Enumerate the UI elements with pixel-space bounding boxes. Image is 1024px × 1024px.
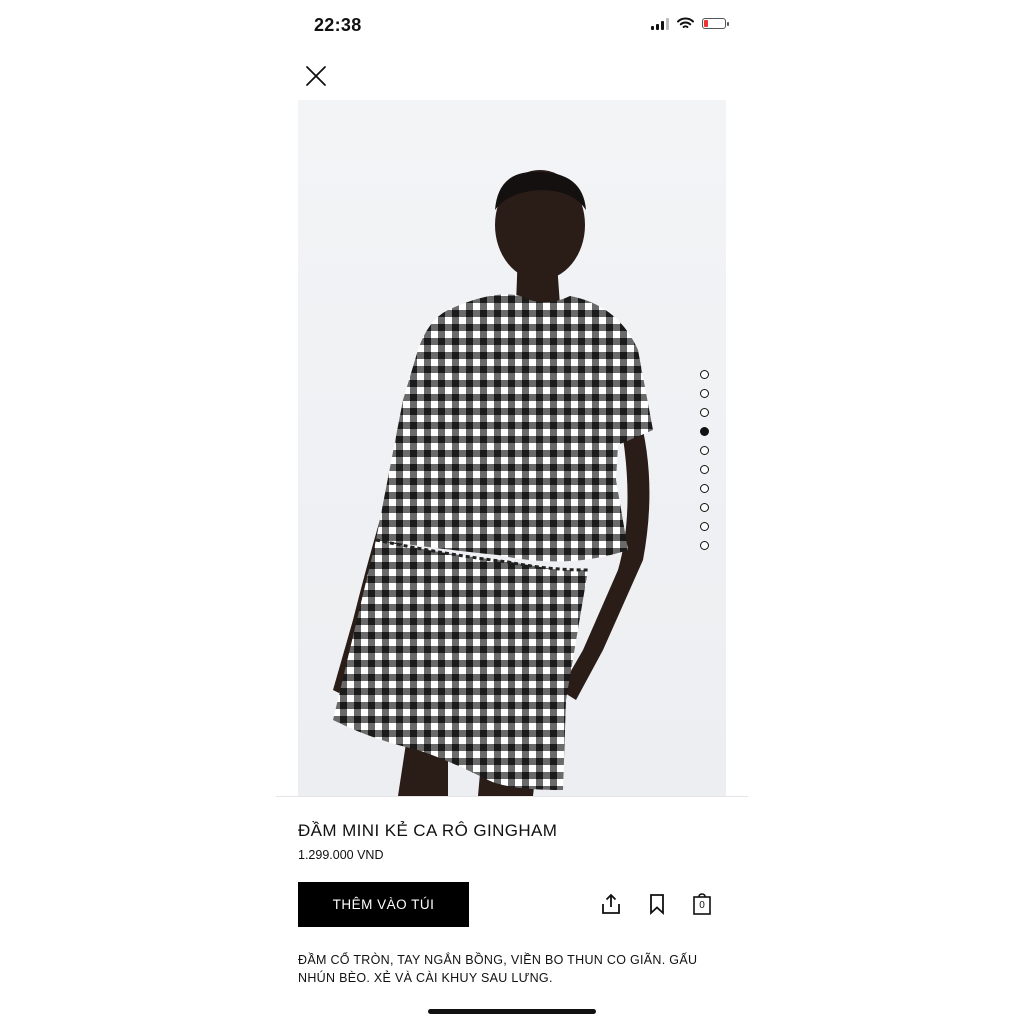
pagination-dot[interactable] (700, 522, 709, 531)
status-icons (651, 17, 729, 30)
close-button[interactable] (304, 64, 328, 88)
pagination-dot[interactable] (700, 484, 709, 493)
pagination-dot[interactable] (700, 503, 709, 512)
wifi-icon (677, 17, 694, 28)
home-indicator[interactable] (428, 1009, 596, 1014)
pagination-dot[interactable] (700, 408, 709, 417)
image-pagination (700, 370, 709, 550)
share-icon (602, 893, 620, 914)
battery-icon (702, 18, 729, 29)
pagination-dot[interactable] (700, 370, 709, 379)
product-screen: 22:38 ĐẦM MINI KẺ CA RÔ GINGHAM 1.299.00… (276, 0, 748, 1024)
product-description: ĐẦM CỔ TRÒN, TAY NGẮN BỒNG, VIỀN BO THUN… (298, 953, 698, 985)
pagination-dot[interactable] (700, 389, 709, 398)
product-price: 1.299.000 VND (298, 848, 384, 862)
signal-icon (651, 17, 669, 30)
share-button[interactable] (600, 892, 622, 916)
bag-count: 0 (699, 900, 705, 911)
product-title: ĐẦM MINI KẺ CA RÔ GINGHAM (298, 821, 558, 840)
status-time: 22:38 (314, 15, 362, 35)
add-to-bag-button[interactable]: THÊM VÀO TÚI (298, 882, 469, 927)
pagination-dot-active[interactable] (700, 427, 709, 436)
bag-button[interactable]: 0 (691, 892, 713, 916)
close-icon (306, 66, 326, 86)
pagination-dot[interactable] (700, 541, 709, 550)
pagination-dot[interactable] (700, 465, 709, 474)
divider (276, 796, 748, 797)
bookmark-button[interactable] (646, 892, 668, 916)
product-image[interactable] (298, 100, 726, 796)
bookmark-icon (650, 894, 664, 916)
model-gingham-dress-photo (333, 170, 653, 796)
pagination-dot[interactable] (700, 446, 709, 455)
